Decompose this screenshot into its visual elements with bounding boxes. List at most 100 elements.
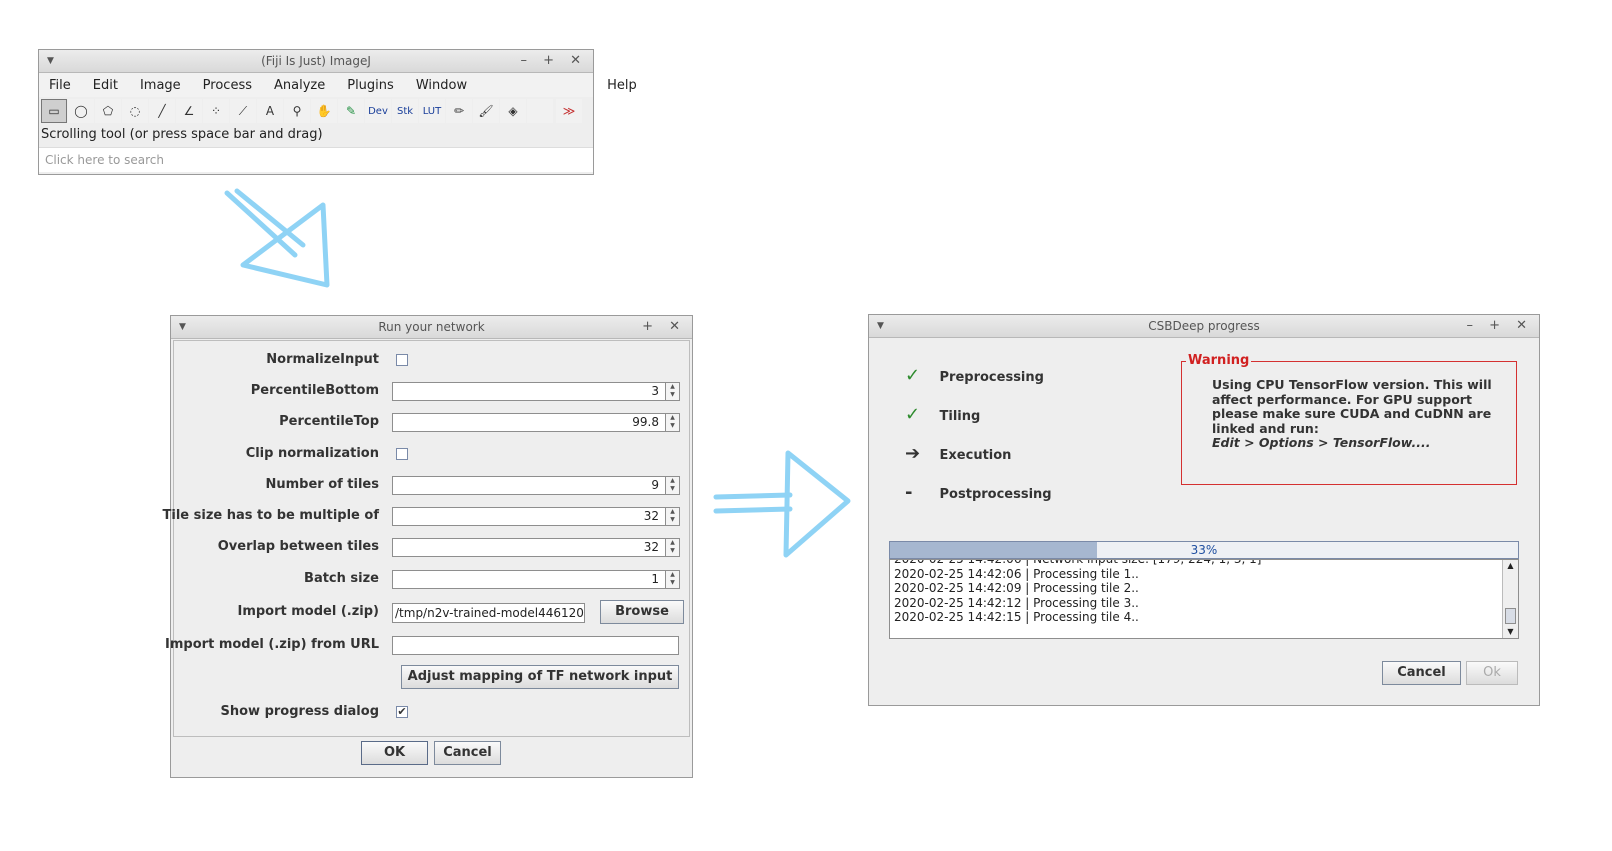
window-menu-icon[interactable]: ▼ bbox=[47, 50, 54, 72]
menu-plugins[interactable]: Plugins bbox=[347, 78, 394, 93]
normalize-checkbox[interactable] bbox=[396, 354, 408, 366]
menu-help[interactable]: Help bbox=[607, 78, 637, 93]
normalize-label: NormalizeInput bbox=[266, 352, 379, 367]
percentile-bottom-input[interactable]: 3 bbox=[392, 382, 666, 401]
step-label: Execution bbox=[939, 448, 1012, 463]
row-clip: Clip normalization bbox=[174, 445, 689, 465]
tiles-spinner[interactable]: ▲ ▼ bbox=[666, 476, 680, 495]
menu-process[interactable]: Process bbox=[203, 78, 252, 93]
log-line: 2020-02-25 14:42:06 | Processing tile 1.… bbox=[894, 566, 1139, 581]
batch-input[interactable]: 1 bbox=[392, 570, 666, 589]
freehand-tool-icon[interactable]: ◌ bbox=[122, 99, 148, 123]
percentile-top-spinner[interactable]: ▲ ▼ bbox=[666, 413, 680, 432]
lut-tool-icon[interactable]: LUT bbox=[419, 99, 445, 123]
log-scrollbar[interactable]: ▲ ▼ bbox=[1502, 560, 1518, 638]
adjust-mapping-button[interactable]: Adjust mapping of TF network input bbox=[401, 665, 679, 689]
pencil-tool-icon[interactable]: ✏ bbox=[446, 99, 472, 123]
run-network-dialog: ▼ Run your network + ✕ NormalizeInput Pe… bbox=[163, 315, 693, 778]
step-label: Preprocessing bbox=[939, 370, 1044, 385]
menu-image[interactable]: Image bbox=[140, 78, 181, 93]
batch-spinner[interactable]: ▲ ▼ bbox=[666, 570, 680, 589]
dev-tool-icon[interactable]: Dev bbox=[365, 99, 391, 123]
brush-tool-icon[interactable]: 🖌 bbox=[473, 99, 499, 123]
menu-window[interactable]: Window bbox=[416, 78, 467, 93]
search-input[interactable]: Click here to search bbox=[39, 147, 593, 172]
text-tool-icon[interactable]: A bbox=[257, 99, 283, 123]
oval-tool-icon[interactable]: ◯ bbox=[68, 99, 94, 123]
menu-file[interactable]: File bbox=[49, 78, 71, 93]
tile-multiple-input[interactable]: 32 bbox=[392, 507, 666, 526]
clip-checkbox[interactable] bbox=[396, 448, 408, 460]
tiles-input[interactable]: 9 bbox=[392, 476, 666, 495]
overlap-label: Overlap between tiles bbox=[217, 539, 379, 554]
blank-tool-icon[interactable] bbox=[527, 99, 553, 123]
scroll-down-icon[interactable]: ▼ bbox=[1503, 626, 1518, 638]
log-area[interactable]: 2020-02-25 14:42:06 | Network input size… bbox=[889, 559, 1519, 639]
row-normalize: NormalizeInput bbox=[174, 351, 689, 371]
fiji-menubar: File Edit Image Process Analyze Plugins … bbox=[39, 73, 637, 97]
down-right-arrow-icon bbox=[224, 188, 330, 288]
polygon-tool-icon[interactable]: ⬠ bbox=[95, 99, 121, 123]
progress-dialog-titlebar[interactable]: ▼ CSBDeep progress – + ✕ bbox=[869, 315, 1539, 338]
step-preprocessing: ✓ Preprocessing bbox=[905, 365, 1044, 387]
fiji-titlebar[interactable]: ▼ (Fiji Is Just) ImageJ – + ✕ bbox=[39, 50, 593, 73]
stk-tool-icon[interactable]: Stk bbox=[392, 99, 418, 123]
run-dialog-titlebar[interactable]: ▼ Run your network + ✕ bbox=[171, 316, 692, 339]
ok-button[interactable]: OK bbox=[361, 741, 428, 765]
window-menu-icon[interactable]: ▼ bbox=[179, 316, 186, 338]
right-arrow-icon bbox=[713, 450, 851, 558]
step-label: Postprocessing bbox=[939, 487, 1052, 502]
menu-edit[interactable]: Edit bbox=[93, 78, 118, 93]
step-postprocessing: - Postprocessing bbox=[905, 482, 1052, 504]
window-menu-icon[interactable]: ▼ bbox=[877, 315, 884, 337]
tile-multiple-spinner[interactable]: ▲ ▼ bbox=[666, 507, 680, 526]
percentile-top-input[interactable]: 99.8 bbox=[392, 413, 666, 432]
run-dialog-title: Run your network bbox=[378, 320, 485, 334]
scrolling-tool-icon[interactable]: ✋ bbox=[311, 99, 337, 123]
warning-menu-path: Edit > Options > TensorFlow.... bbox=[1212, 435, 1431, 450]
import-url-input[interactable] bbox=[392, 636, 679, 655]
scroll-thumb[interactable] bbox=[1505, 608, 1516, 624]
warning-title: Warning bbox=[1186, 353, 1252, 368]
wand-tool-icon[interactable]: ⟋ bbox=[230, 99, 256, 123]
flood-fill-tool-icon[interactable]: ◈ bbox=[500, 99, 526, 123]
progress-cancel-button[interactable]: Cancel bbox=[1382, 661, 1461, 685]
show-progress-checkbox[interactable]: ✔ bbox=[396, 706, 408, 718]
overlap-spinner[interactable]: ▲ ▼ bbox=[666, 538, 680, 557]
csbdeep-progress-dialog: ▼ CSBDeep progress – + ✕ ✓ Preprocessing… bbox=[868, 314, 1540, 706]
scroll-up-icon[interactable]: ▲ bbox=[1503, 560, 1518, 572]
log-lines: 2020-02-25 14:42:06 | Network input size… bbox=[890, 559, 1518, 625]
overlap-input[interactable]: 32 bbox=[392, 538, 666, 557]
window-controls[interactable]: – + ✕ bbox=[520, 50, 587, 72]
magnifier-tool-icon[interactable]: ⚲ bbox=[284, 99, 310, 123]
run-dialog-form: NormalizeInput PercentileBottom 3 ▲ ▼ Per… bbox=[163, 340, 690, 737]
window-controls[interactable]: – + ✕ bbox=[1466, 315, 1533, 337]
warning-message: Using CPU TensorFlow version. This will … bbox=[1212, 377, 1492, 436]
line-tool-icon[interactable]: ╱ bbox=[149, 99, 175, 123]
menu-analyze[interactable]: Analyze bbox=[274, 78, 325, 93]
tile-multiple-label: Tile size has to be multiple of bbox=[162, 508, 379, 523]
log-line: 2020-02-25 14:42:06 | Network input size… bbox=[894, 559, 1262, 566]
progress-text: 33% bbox=[1190, 543, 1218, 557]
row-import: Import model (.zip) /tmp/n2v-trained-mod… bbox=[174, 600, 689, 624]
cancel-button[interactable]: Cancel bbox=[434, 741, 501, 765]
percentile-bottom-spinner[interactable]: ▲ ▼ bbox=[666, 382, 680, 401]
angle-tool-icon[interactable]: ∠ bbox=[176, 99, 202, 123]
row-percentile-top: PercentileTop 99.8 ▲ ▼ bbox=[174, 413, 689, 433]
row-batch: Batch size 1 ▲ ▼ bbox=[174, 570, 689, 590]
row-percentile-bottom: PercentileBottom 3 ▲ ▼ bbox=[174, 382, 689, 402]
import-url-label: Import model (.zip) from URL bbox=[165, 637, 379, 652]
browse-button[interactable]: Browse bbox=[600, 600, 684, 624]
log-line: 2020-02-25 14:42:09 | Processing tile 2.… bbox=[894, 581, 1139, 595]
more-tools-icon[interactable]: ≫ bbox=[556, 99, 582, 123]
rectangle-tool-icon[interactable]: ▭ bbox=[41, 99, 67, 123]
show-progress-label: Show progress dialog bbox=[220, 704, 380, 719]
fiji-title: (Fiji Is Just) ImageJ bbox=[261, 54, 371, 68]
import-path-input[interactable]: /tmp/n2v-trained-model446120 bbox=[392, 603, 585, 623]
status-text: Scrolling tool (or press space bar and d… bbox=[39, 125, 593, 145]
progress-ok-button[interactable]: Ok bbox=[1466, 661, 1518, 685]
window-controls[interactable]: + ✕ bbox=[642, 316, 686, 338]
import-label: Import model (.zip) bbox=[237, 604, 379, 619]
color-picker-tool-icon[interactable]: ✎ bbox=[338, 99, 364, 123]
multipoint-tool-icon[interactable]: ⁘ bbox=[203, 99, 229, 123]
